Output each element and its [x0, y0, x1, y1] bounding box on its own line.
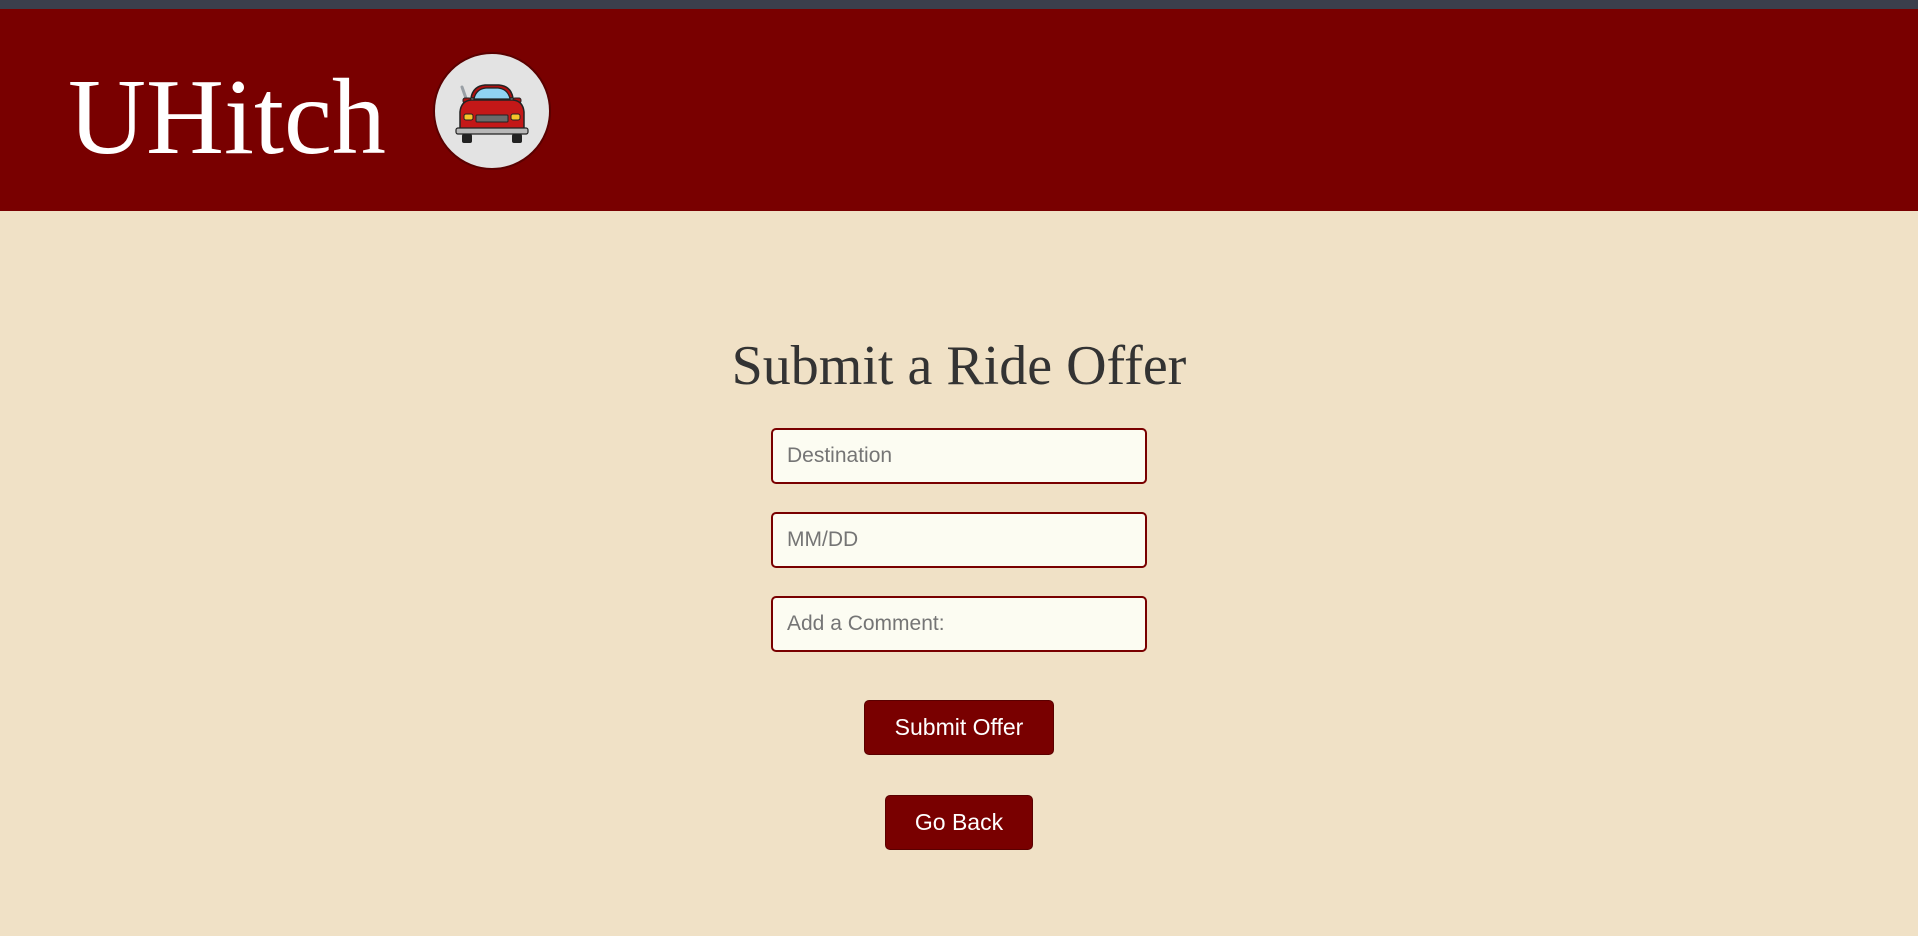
car-logo [433, 52, 551, 170]
go-back-button[interactable]: Go Back [885, 795, 1033, 850]
submit-offer-button[interactable]: Submit Offer [864, 700, 1054, 755]
browser-top-strip [0, 0, 1918, 9]
destination-input[interactable] [771, 428, 1147, 484]
car-icon [455, 84, 529, 143]
brand-title: UHitch [68, 58, 386, 177]
site-header: UHitch [0, 9, 1918, 211]
date-input[interactable] [771, 512, 1147, 568]
page-title: Submit a Ride Offer [731, 335, 1187, 397]
main-content: Submit a Ride Offer Submit Offer Go Back [0, 211, 1918, 936]
comment-input[interactable] [771, 596, 1147, 652]
